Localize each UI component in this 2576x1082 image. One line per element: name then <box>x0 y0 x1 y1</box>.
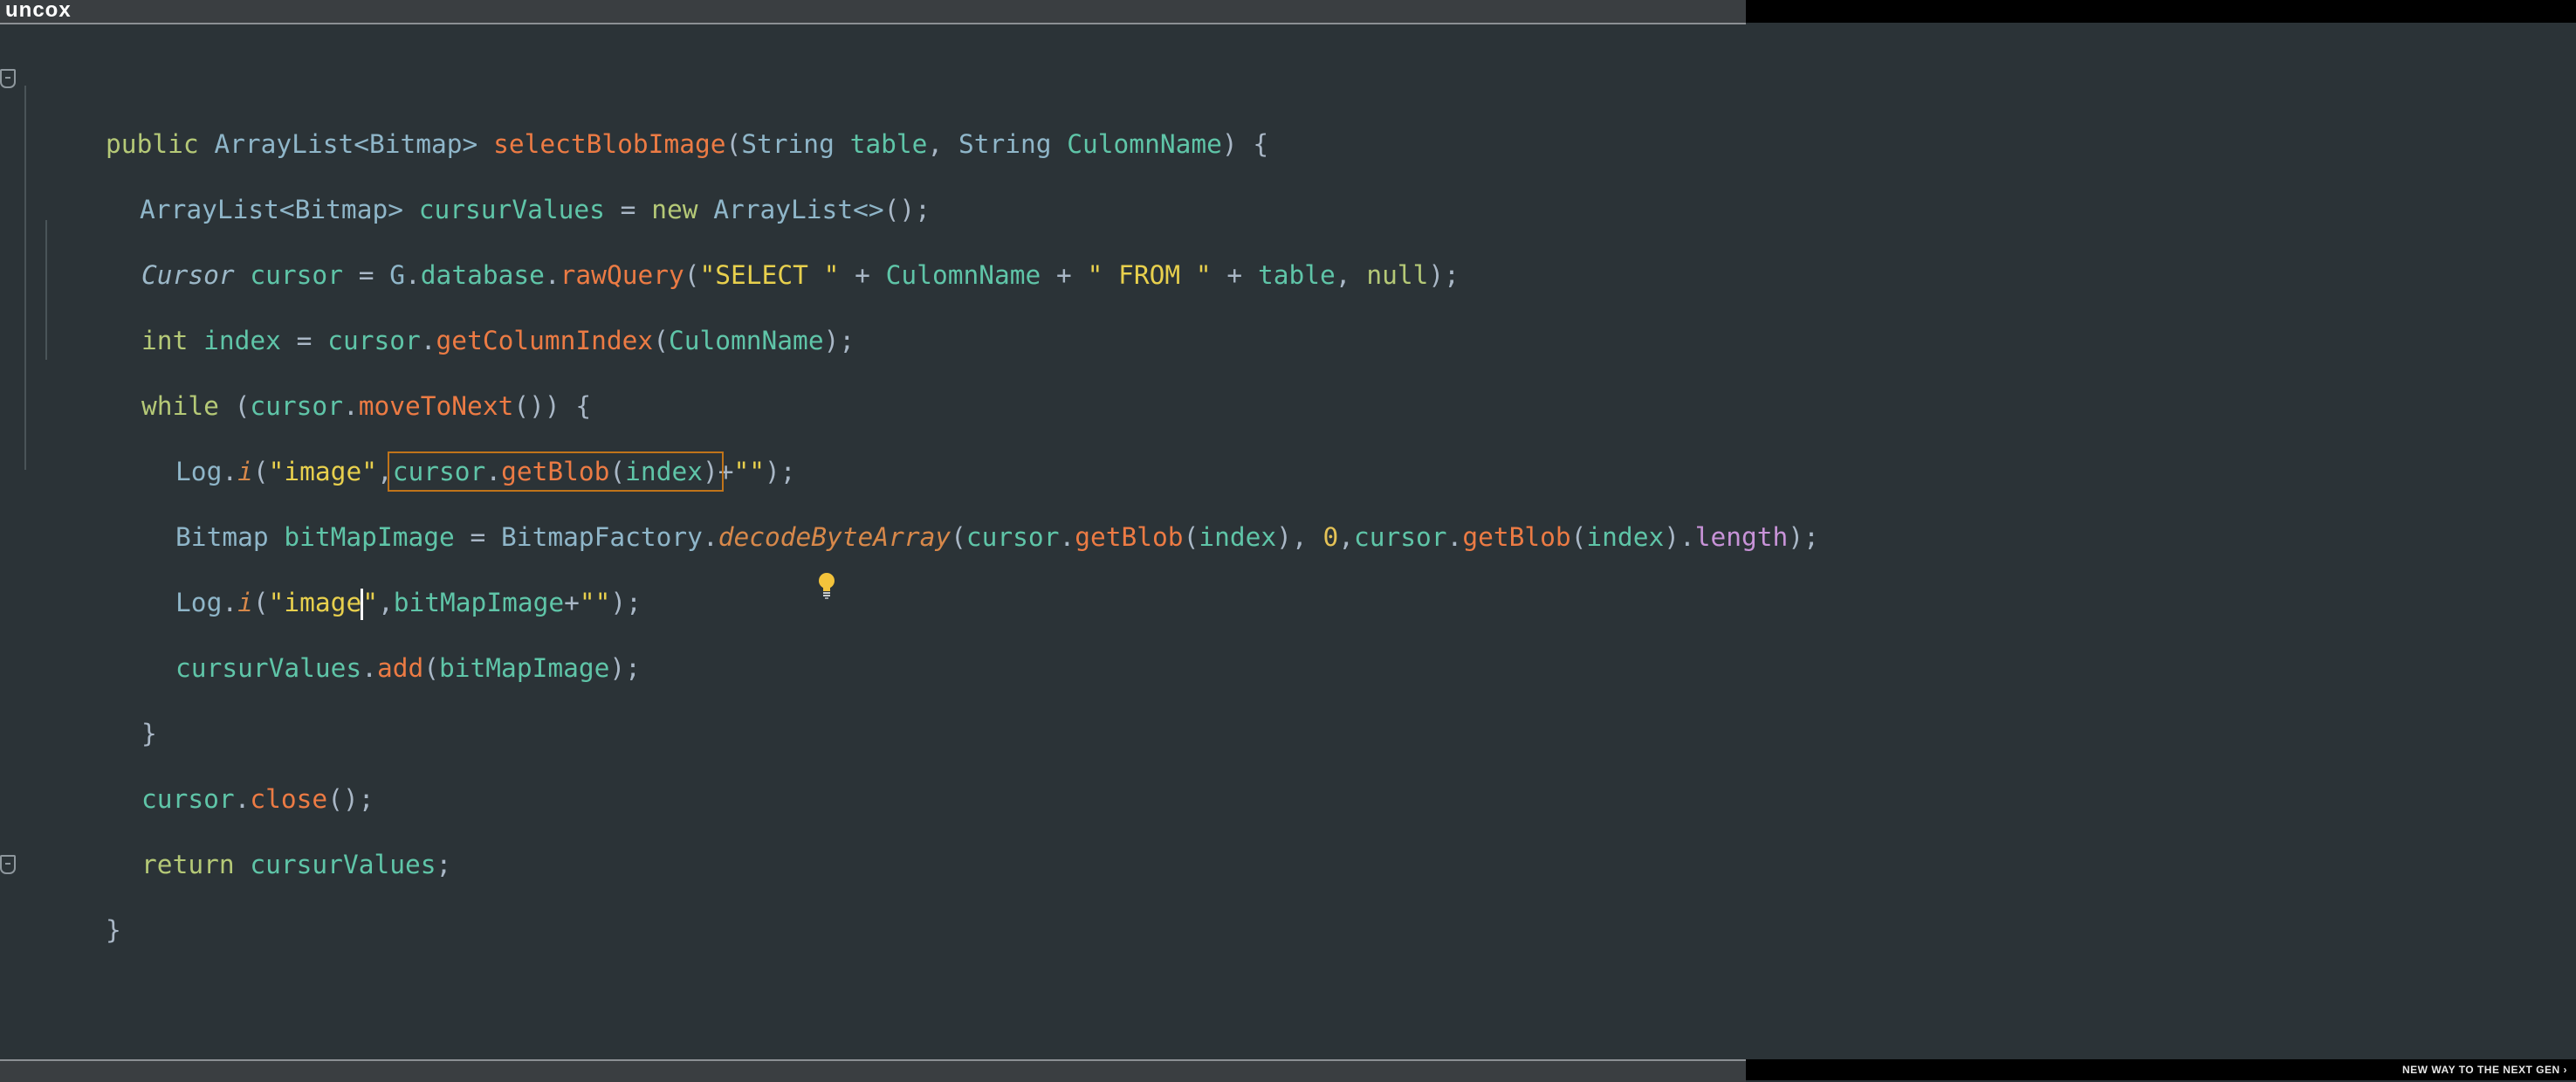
lightbulb-icon[interactable] <box>816 571 837 599</box>
token-variable: cursurValues <box>250 850 436 879</box>
token-punct: ); <box>1428 260 1460 290</box>
code-line-1[interactable]: public ArrayList<Bitmap> selectBlobImage… <box>0 46 1268 159</box>
token-operator: + <box>1041 260 1088 290</box>
token-punct: ; <box>436 850 452 879</box>
code-line-2[interactable]: ArrayList<Bitmap> cursurValues = new Arr… <box>78 112 931 224</box>
code-line-11[interactable]: cursor.close(); <box>79 701 374 814</box>
token-punct: . <box>1446 522 1463 552</box>
token-method: getBlob <box>1462 522 1571 552</box>
code-editor[interactable]: public ArrayList<Bitmap> selectBlobImage… <box>0 23 2576 1059</box>
token-punct: ( <box>951 522 966 552</box>
token-method: getBlob <box>1075 522 1184 552</box>
code-line-8[interactable]: Log.i("image",bitMapImage+""); <box>113 505 642 620</box>
token-punct: , <box>1338 522 1354 552</box>
token-param: CulomnName <box>668 326 824 355</box>
token-static-method: decodeByteArray <box>718 522 951 552</box>
token-string: " FROM " <box>1087 260 1212 290</box>
fold-marker-icon[interactable] <box>0 855 16 874</box>
token-variable: cursor <box>965 522 1060 552</box>
token-variable: index <box>1586 522 1665 552</box>
code-line-9[interactable]: cursurValues.add(bitMapImage); <box>113 570 641 683</box>
token-variable: bitMapImage <box>439 653 610 683</box>
token-punct: ); <box>1788 522 1819 552</box>
token-punct: , <box>1335 260 1367 290</box>
token-punct: ( <box>1570 522 1587 552</box>
token-param: table <box>1257 260 1336 290</box>
token-param: CulomnName <box>885 260 1041 290</box>
token-punct: ( <box>1183 522 1199 552</box>
code-line-4[interactable]: int index = cursor.getColumnIndex(Culomn… <box>79 243 855 355</box>
token-param: CulomnName <box>1067 129 1222 159</box>
token-variable: index <box>1199 522 1277 552</box>
token-field: length <box>1694 522 1789 552</box>
tagline-text: NEW WAY TO THE NEXT GEN <box>2402 1064 2560 1076</box>
token-punct: . <box>361 653 377 683</box>
token-punct: ) { <box>1221 129 1269 159</box>
code-line-12[interactable]: return cursurValues; <box>79 767 451 879</box>
token-punct: ); <box>609 653 641 683</box>
token-punct: ); <box>823 326 855 355</box>
brand-logo: uncox <box>5 0 72 22</box>
bottom-bar <box>0 1059 1746 1082</box>
code-line-10[interactable]: } <box>79 636 157 748</box>
code-line-7[interactable]: Bitmap bitMapImage = BitmapFactory.decod… <box>113 439 1819 552</box>
token-operator: + <box>1211 260 1258 290</box>
token-keyword: return <box>141 850 251 879</box>
token-type: String <box>958 129 1068 159</box>
token-keyword: null <box>1366 260 1429 290</box>
token-variable: cursor <box>1353 522 1447 552</box>
tagline: NEW WAY TO THE NEXT GEN › <box>2402 1064 2567 1076</box>
code-line-6[interactable]: Log.i("image",cursor.getBlob(index)+""); <box>113 374 796 492</box>
indent-guide-method-2 <box>24 400 26 470</box>
code-line-13[interactable]: } <box>0 832 121 945</box>
top-bar-right <box>1746 0 2576 23</box>
top-bar: uncox <box>0 0 1746 24</box>
token-punct: , <box>927 129 958 159</box>
token-punct: ), <box>1276 522 1323 552</box>
token-punct: ). <box>1664 522 1695 552</box>
fold-marker-icon[interactable] <box>0 69 16 88</box>
token-variable: cursurValues <box>175 653 362 683</box>
code-line-3[interactable]: Cursor cursor = G.database.rawQuery("SEL… <box>79 177 1460 290</box>
token-punct: . <box>1059 522 1075 552</box>
token-brace: } <box>106 915 121 945</box>
token-punct: ( <box>653 326 669 355</box>
token-number: 0 <box>1322 522 1339 552</box>
token-punct: . <box>702 522 718 552</box>
token-punct: ( <box>423 653 440 683</box>
token-method: add <box>376 653 424 683</box>
code-line-5[interactable]: while (cursor.moveToNext()) { <box>79 308 591 421</box>
